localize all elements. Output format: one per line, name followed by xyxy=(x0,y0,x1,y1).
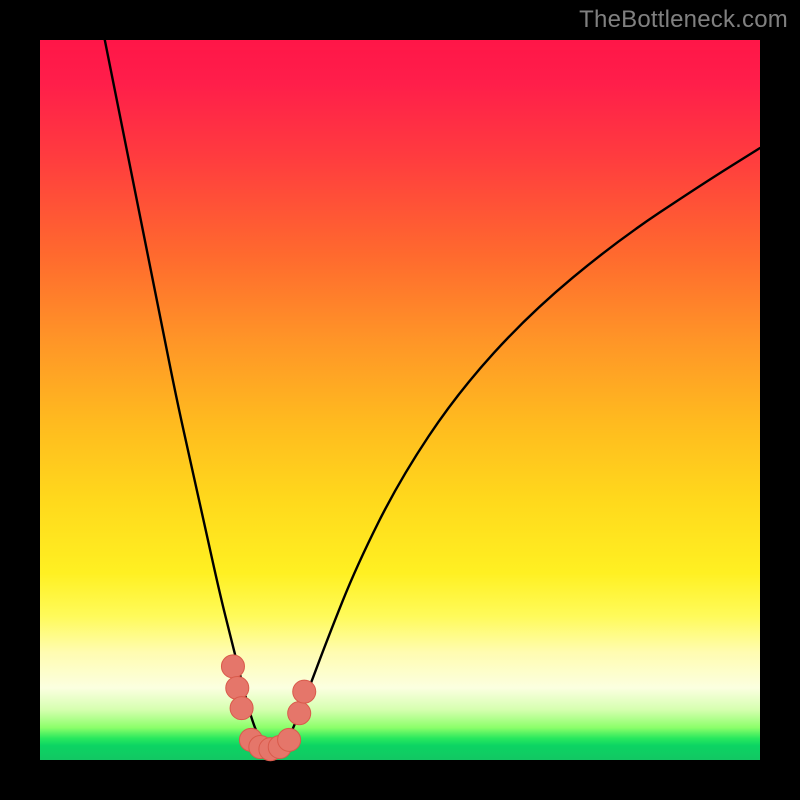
watermark-text: TheBottleneck.com xyxy=(579,6,788,34)
curve-marker xyxy=(293,680,316,703)
curve-marker xyxy=(230,697,253,720)
curve-marker xyxy=(288,702,311,725)
curve-marker xyxy=(226,676,249,699)
curve-marker xyxy=(278,728,301,751)
curve-marker xyxy=(221,655,244,678)
plot-area xyxy=(40,40,760,760)
bottleneck-curve xyxy=(105,40,760,751)
curve-layer xyxy=(40,40,760,760)
curve-markers xyxy=(221,655,315,761)
chart-root: TheBottleneck.com xyxy=(0,0,800,800)
